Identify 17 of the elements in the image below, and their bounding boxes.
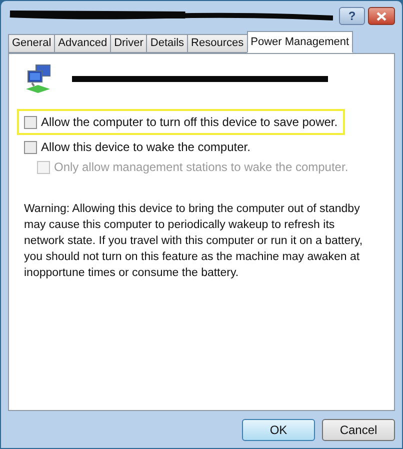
tab[interactable]: Details: [146, 34, 188, 53]
tab[interactable]: Advanced: [54, 34, 112, 53]
close-icon: [376, 12, 387, 20]
tab[interactable]: General: [8, 34, 56, 53]
checkbox-label: Allow the computer to turn off this device to save power.: [41, 114, 338, 131]
checkbox[interactable]: [24, 140, 37, 154]
checkbox-label: Allow this device to wake the computer.: [41, 139, 250, 156]
dialog-button[interactable]: OK: [242, 419, 315, 441]
tab[interactable]: Power Management: [246, 31, 354, 53]
dialog-button[interactable]: Cancel: [322, 419, 395, 441]
tab[interactable]: Driver: [110, 34, 148, 53]
close-button[interactable]: [368, 7, 395, 25]
checkbox-label: Only allow management stations to wake the computer.: [54, 159, 348, 176]
help-button[interactable]: ?: [339, 7, 365, 25]
checkbox[interactable]: [24, 116, 37, 128]
tab[interactable]: Resources: [187, 34, 248, 53]
warning-text: Warning: Allowing this device to bring the computer out of standby may cause this computer to periodically wakeup to refresh its network state. If you travel with this computer or run it on a battery, you should not turn on this feature as the machine may awaken at inopportune times or consume the battery.: [24, 202, 364, 281]
